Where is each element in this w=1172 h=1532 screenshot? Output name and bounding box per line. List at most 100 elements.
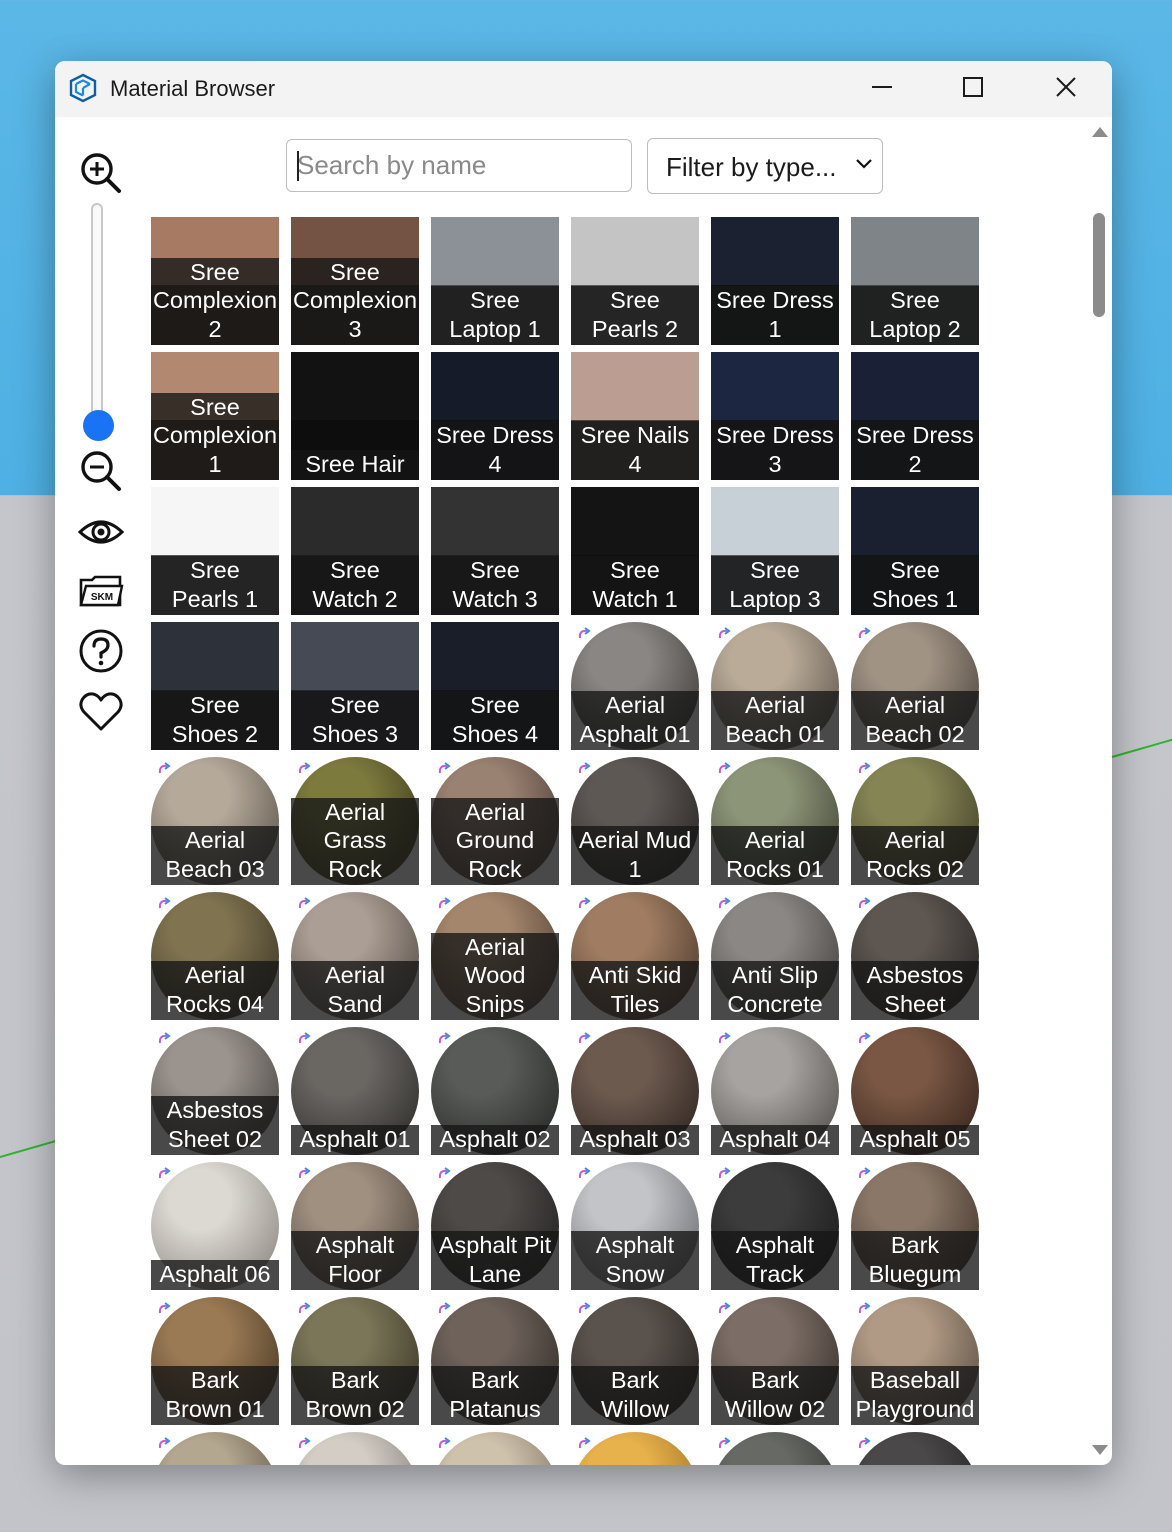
material-grid: Sree Complexion 2 Sree Complexion 3 Sree L…: [151, 217, 981, 1465]
material-tile[interactable]: Asbestos Sheet: [851, 892, 979, 1020]
zoom-slider-thumb[interactable]: [83, 410, 114, 441]
material-tile[interactable]: Asphalt 03: [571, 1027, 699, 1155]
material-tile[interactable]: Sree Watch 3: [431, 487, 559, 615]
material-tile[interactable]: Aerial Wood Snips: [431, 892, 559, 1020]
refresh-badge-icon: [297, 1437, 311, 1451]
maximize-button[interactable]: [953, 69, 993, 109]
material-tile[interactable]: [291, 1432, 419, 1465]
material-tile[interactable]: Sree Dress 2: [851, 352, 979, 480]
material-tile[interactable]: Asphalt 06: [151, 1162, 279, 1290]
material-tile[interactable]: Asphalt 04: [711, 1027, 839, 1155]
search-input[interactable]: [286, 139, 632, 192]
material-tile[interactable]: Bark Brown 01: [151, 1297, 279, 1425]
material-tile[interactable]: Bark Bluegum: [851, 1162, 979, 1290]
material-tile[interactable]: [151, 1432, 279, 1465]
material-tile[interactable]: Sree Laptop 2: [851, 217, 979, 345]
material-tile[interactable]: Aerial Ground Rock: [431, 757, 559, 885]
zoom-in-button[interactable]: [75, 151, 127, 200]
scroll-up-arrow[interactable]: [1091, 125, 1109, 144]
material-tile[interactable]: Bark Willow: [571, 1297, 699, 1425]
material-browser-window: Material Browser SKM Search by name Filt…: [55, 61, 1112, 1465]
material-swatch: [291, 487, 419, 555]
material-tile[interactable]: Sree Watch 1: [571, 487, 699, 615]
material-tile[interactable]: Sree Shoes 1: [851, 487, 979, 615]
material-tile[interactable]: Aerial Asphalt 01: [571, 622, 699, 750]
favorites-button[interactable]: [75, 691, 127, 738]
material-tile[interactable]: Aerial Grass Rock: [291, 757, 419, 885]
material-tile[interactable]: Baseball Playground: [851, 1297, 979, 1425]
material-tile[interactable]: Sree Complexion 1: [151, 352, 279, 480]
zoom-slider[interactable]: [91, 203, 103, 425]
material-tile[interactable]: Sree Dress 4: [431, 352, 559, 480]
refresh-badge-icon: [297, 1032, 311, 1046]
material-tile[interactable]: [711, 1432, 839, 1465]
material-tile[interactable]: [571, 1432, 699, 1465]
material-swatch: [431, 487, 559, 555]
material-tile[interactable]: Aerial Rocks 02: [851, 757, 979, 885]
material-name: Anti Skid Tiles: [571, 961, 699, 1020]
material-tile[interactable]: Sree Pearls 1: [151, 487, 279, 615]
material-tile[interactable]: Sree Watch 2: [291, 487, 419, 615]
refresh-badge-icon: [157, 1032, 171, 1046]
help-button[interactable]: [75, 628, 127, 679]
vertical-scrollbar[interactable]: [1086, 121, 1112, 1465]
refresh-badge-icon: [717, 1302, 731, 1316]
material-tile[interactable]: Asphalt Pit Lane: [431, 1162, 559, 1290]
material-tile[interactable]: Sree Laptop 1: [431, 217, 559, 345]
skm-button[interactable]: SKM: [75, 574, 127, 615]
filter-dropdown[interactable]: Filter by type...: [647, 138, 883, 194]
material-tile[interactable]: Sree Nails 4: [571, 352, 699, 480]
material-tile[interactable]: Asphalt Track: [711, 1162, 839, 1290]
material-tile[interactable]: Aerial Mud 1: [571, 757, 699, 885]
material-tile[interactable]: Sree Pearls 2: [571, 217, 699, 345]
material-tile[interactable]: Asphalt 02: [431, 1027, 559, 1155]
material-name: Sree Shoes 1: [851, 556, 979, 615]
material-tile[interactable]: Sree Shoes 3: [291, 622, 419, 750]
material-tile[interactable]: Aerial Beach 01: [711, 622, 839, 750]
material-tile[interactable]: Asphalt Floor: [291, 1162, 419, 1290]
scrollbar-thumb[interactable]: [1093, 213, 1105, 317]
material-tile[interactable]: [851, 1432, 979, 1465]
refresh-badge-icon: [857, 897, 871, 911]
material-tile[interactable]: [431, 1432, 559, 1465]
material-tile[interactable]: Sree Complexion 2: [151, 217, 279, 345]
material-tile[interactable]: Sree Shoes 2: [151, 622, 279, 750]
text-caret: [297, 151, 299, 181]
material-tile[interactable]: Sree Complexion 3: [291, 217, 419, 345]
material-tile[interactable]: Bark Willow 02: [711, 1297, 839, 1425]
material-tile[interactable]: Bark Brown 02: [291, 1297, 419, 1425]
refresh-badge-icon: [577, 1167, 591, 1181]
material-tile[interactable]: Asphalt 05: [851, 1027, 979, 1155]
material-swatch: [291, 352, 419, 420]
material-tile[interactable]: Aerial Rocks 04: [151, 892, 279, 1020]
material-tile[interactable]: Sree Laptop 3: [711, 487, 839, 615]
title-bar[interactable]: Material Browser: [55, 61, 1112, 117]
material-tile[interactable]: Aerial Sand: [291, 892, 419, 1020]
material-tile[interactable]: Aerial Beach 02: [851, 622, 979, 750]
refresh-badge-icon: [717, 1437, 731, 1451]
material-name: Aerial Beach 01: [711, 691, 839, 750]
refresh-badge-icon: [577, 1437, 591, 1451]
eye-button[interactable]: [75, 516, 127, 553]
material-tile[interactable]: Bark Platanus: [431, 1297, 559, 1425]
refresh-badge-icon: [857, 1032, 871, 1046]
material-tile[interactable]: Asphalt 01: [291, 1027, 419, 1155]
material-tile[interactable]: Anti Skid Tiles: [571, 892, 699, 1020]
material-swatch: [431, 352, 559, 420]
material-name: Sree Hair: [291, 450, 419, 480]
material-tile[interactable]: Sree Hair: [291, 352, 419, 480]
material-tile[interactable]: Aerial Rocks 01: [711, 757, 839, 885]
material-tile[interactable]: Sree Shoes 4: [431, 622, 559, 750]
material-tile[interactable]: Sree Dress 3: [711, 352, 839, 480]
material-tile[interactable]: Asphalt Snow: [571, 1162, 699, 1290]
material-tile[interactable]: Anti Slip Concrete: [711, 892, 839, 1020]
scroll-down-arrow[interactable]: [1091, 1443, 1109, 1462]
material-name: Sree Complexion 3: [291, 257, 419, 345]
material-swatch: [431, 217, 559, 285]
material-tile[interactable]: Asbestos Sheet 02: [151, 1027, 279, 1155]
zoom-out-button[interactable]: [75, 449, 127, 498]
minimize-button[interactable]: [862, 69, 902, 109]
close-button[interactable]: [1046, 69, 1086, 109]
material-tile[interactable]: Sree Dress 1: [711, 217, 839, 345]
material-tile[interactable]: Aerial Beach 03: [151, 757, 279, 885]
